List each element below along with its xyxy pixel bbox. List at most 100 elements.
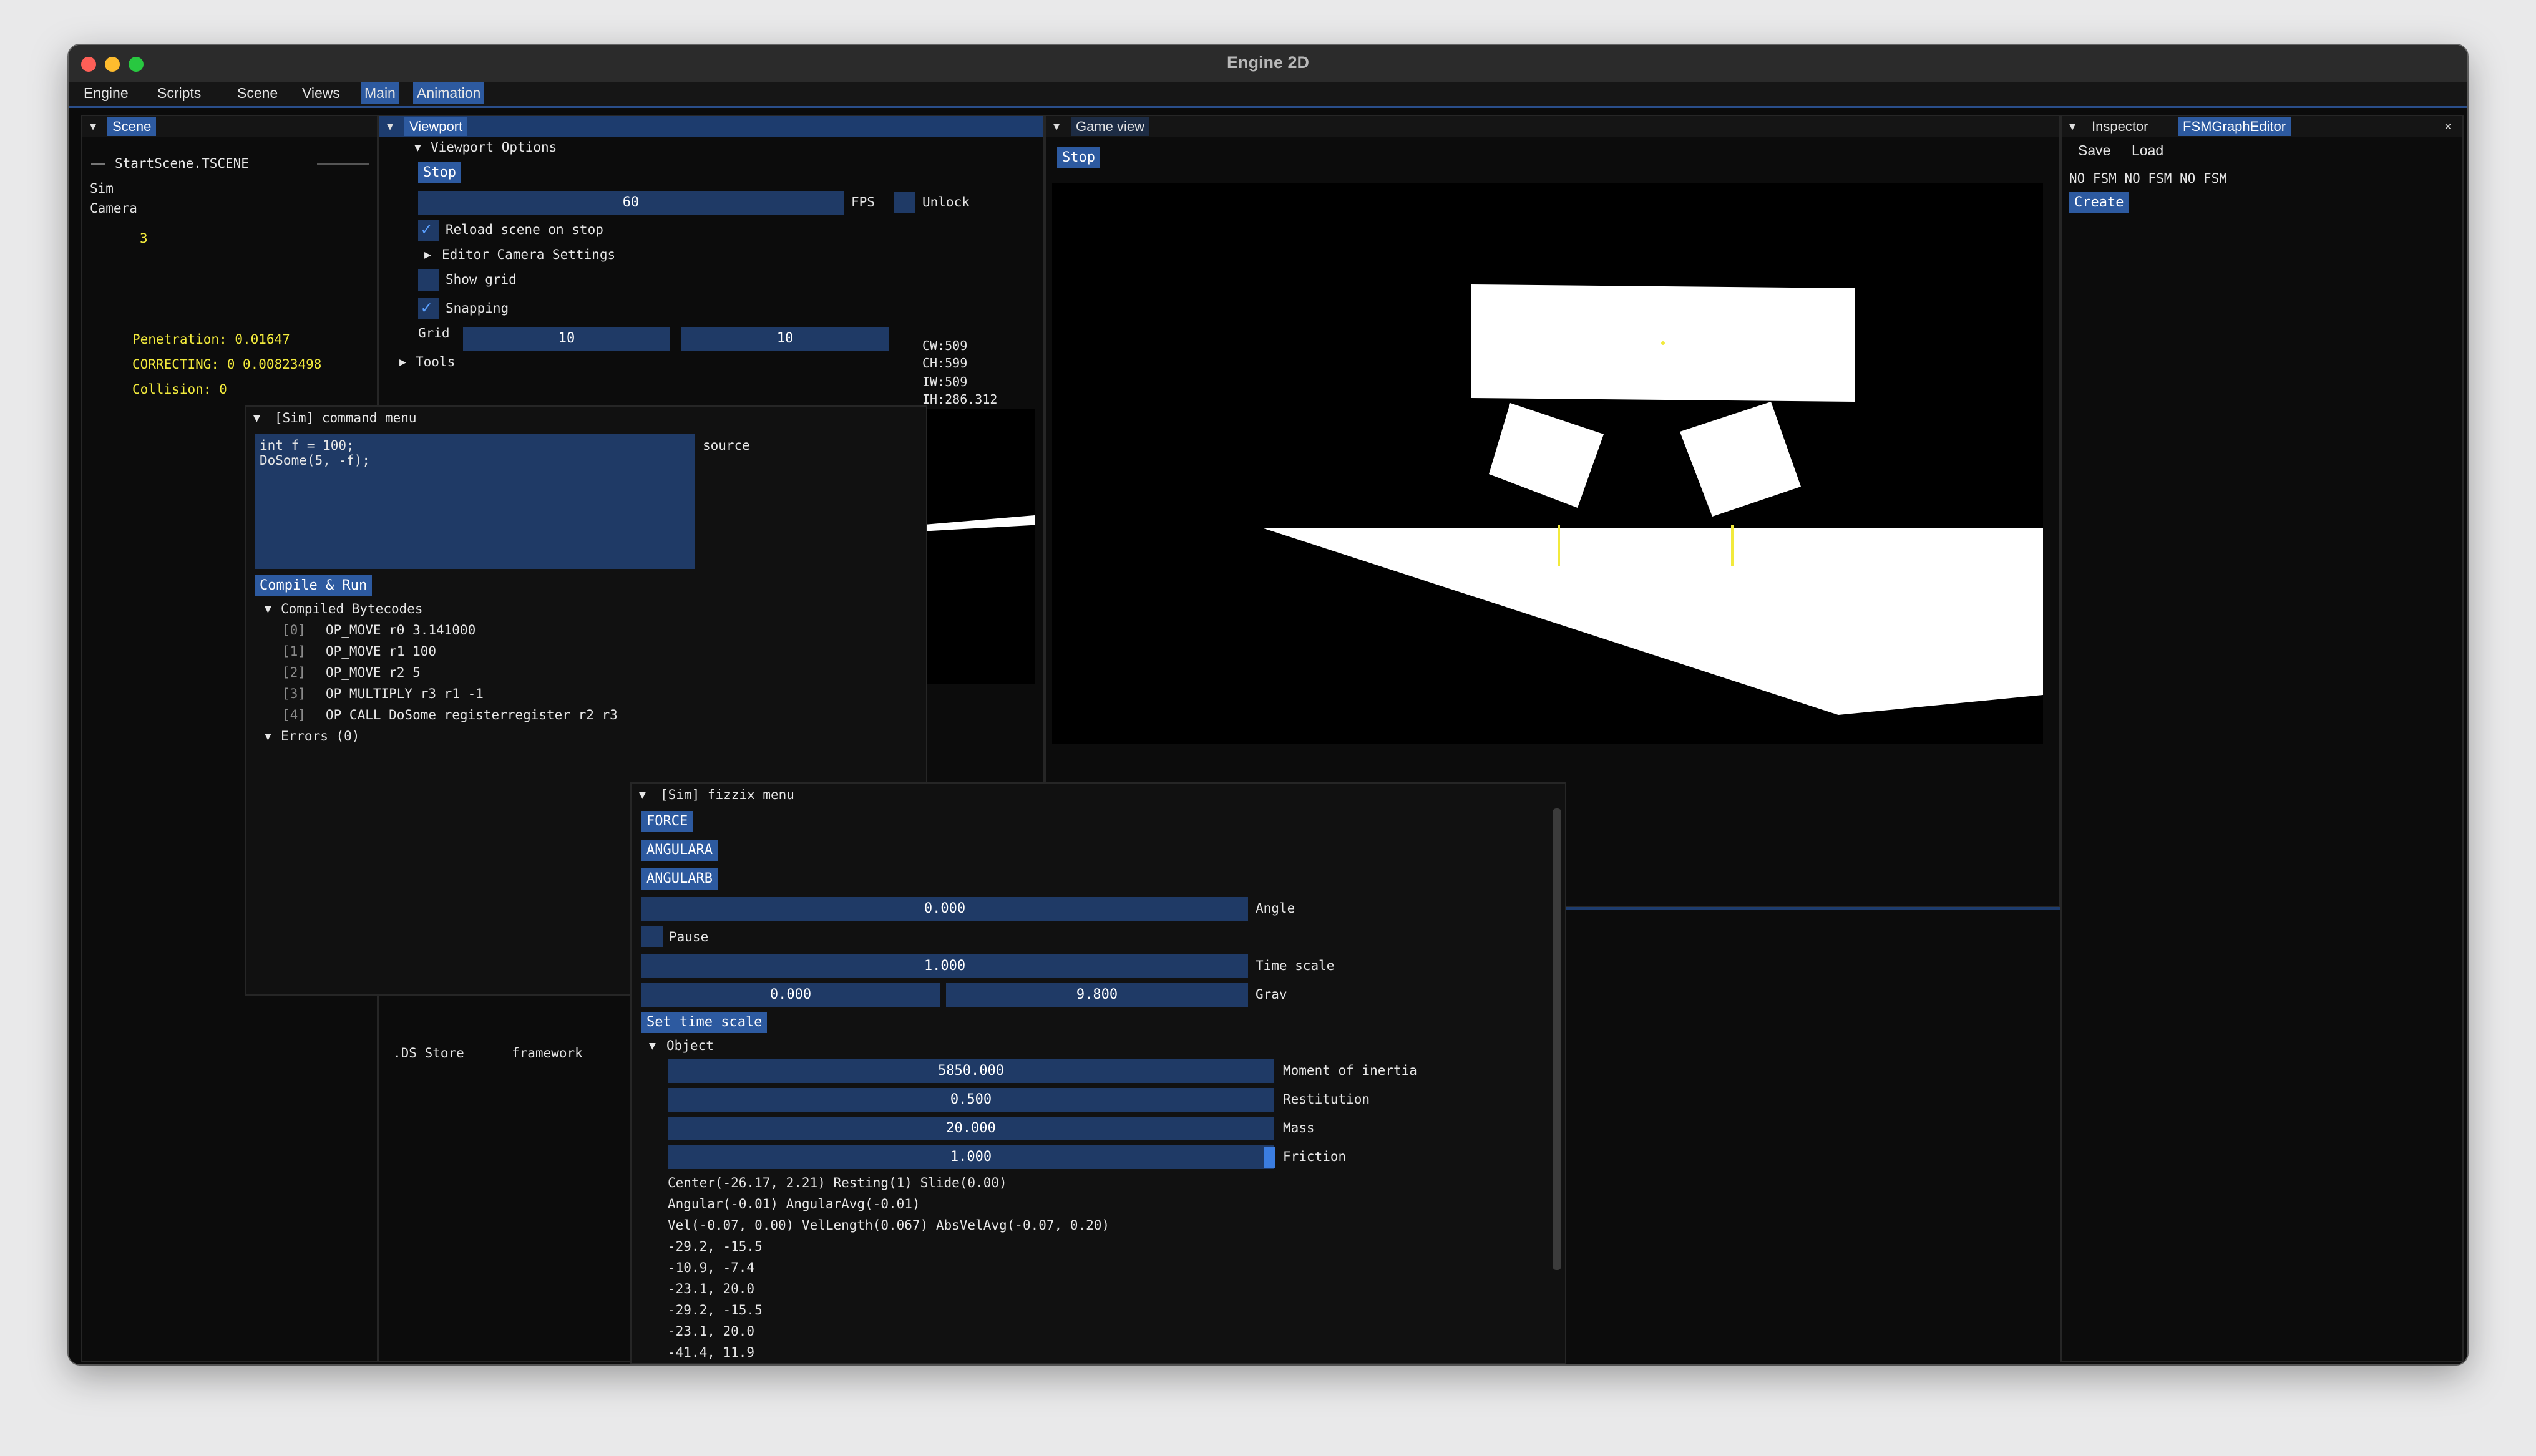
menu-engine[interactable]: Engine — [80, 82, 132, 104]
collapse-icon[interactable]: ▼ — [2065, 120, 2079, 133]
expand-down-icon: ▼ — [265, 603, 271, 616]
angle-slider[interactable]: 0.000 — [641, 897, 1248, 921]
bytecode-op: OP_CALL DoSome registerregister r2 r3 — [326, 707, 618, 722]
set-time-scale-button[interactable]: Set time scale — [641, 1012, 768, 1033]
asset-folder-framework[interactable]: framework — [512, 1046, 583, 1060]
collapse-icon[interactable]: ▼ — [86, 120, 100, 133]
object-info-line: -10.9, -7.4 — [668, 1260, 755, 1275]
close-tab-icon[interactable]: ✕ — [2441, 120, 2455, 133]
compiled-bytecodes-header[interactable]: Compiled Bytecodes — [281, 601, 423, 616]
collapse-icon[interactable]: ▼ — [383, 120, 397, 133]
mass-slider[interactable]: 20.000 — [668, 1117, 1274, 1140]
editor-camera-settings-header[interactable]: Editor Camera Settings — [442, 247, 615, 262]
viewport-tab-row: ▼ Viewport — [379, 116, 1043, 137]
viewport-options-header[interactable]: Viewport Options — [431, 140, 557, 155]
expand-right-icon: ▶ — [424, 248, 431, 261]
moment-of-inertia-slider[interactable]: 5850.000 — [668, 1059, 1274, 1083]
menu-animation[interactable]: Animation — [413, 82, 485, 104]
bytecode-op: OP_MOVE r0 3.141000 — [326, 623, 476, 638]
object-info-line: Angular(-0.01) AngularAvg(-0.01) — [668, 1196, 920, 1211]
snapping-checkbox[interactable] — [418, 297, 439, 319]
unlock-checkbox[interactable] — [894, 192, 915, 213]
snapping-label: Snapping — [446, 301, 509, 316]
center-marker — [1661, 341, 1665, 345]
fsm-status: NO FSM NO FSM NO FSM — [2069, 171, 2227, 186]
errors-header[interactable]: Errors (0) — [281, 729, 359, 744]
collapse-icon[interactable]: ▼ — [253, 412, 260, 425]
grav-y-field[interactable]: 9.800 — [946, 983, 1248, 1007]
compile-run-button[interactable]: Compile & Run — [255, 575, 373, 596]
viewport-info-iw: IW:509 — [922, 374, 968, 389]
menu-main[interactable]: Main — [361, 82, 399, 104]
pause-checkbox[interactable] — [641, 926, 663, 947]
tab-inspector[interactable]: Inspector — [2087, 117, 2153, 136]
time-scale-label: Time scale — [1256, 958, 1335, 973]
fsm-save-button[interactable]: Save — [2078, 142, 2110, 159]
friction-slider[interactable]: 1.000 — [668, 1145, 1274, 1169]
bytecode-index: [1] — [282, 644, 306, 659]
bytecode-index: [2] — [282, 665, 306, 680]
source-code-editor[interactable]: int f = 100; DoSome(5, -f); — [255, 434, 695, 569]
debug-correcting: CORRECTING: 0 0.00823498 — [132, 357, 322, 372]
object-info-line: -41.4, 11.9 — [668, 1345, 755, 1360]
title-bar: Engine 2D — [69, 45, 2467, 84]
inspector-panel: ▼ Inspector FSMGraphEditor ✕ Save Load N… — [2060, 115, 2464, 1362]
angularb-button[interactable]: ANGULARB — [641, 868, 718, 890]
debug-penetration: Penetration: 0.01647 — [132, 332, 290, 347]
friction-label: Friction — [1283, 1149, 1347, 1164]
tools-header[interactable]: Tools — [416, 354, 455, 369]
object-info-line: Center(-26.17, 2.21) Resting(1) Slide(0.… — [668, 1175, 1007, 1190]
grav-x-field[interactable]: 0.000 — [641, 983, 940, 1007]
object-info-line: -29.2, -15.5 — [668, 1239, 763, 1254]
menu-bar: Engine Scripts Scene Views Main Animatio… — [69, 82, 2467, 108]
scene-file[interactable]: StartScene.TSCENE — [115, 156, 249, 171]
object-header[interactable]: Object — [666, 1038, 714, 1053]
fps-label: FPS — [851, 195, 875, 210]
show-grid-label: Show grid — [446, 272, 517, 287]
force-button[interactable]: FORCE — [641, 811, 693, 832]
tab-viewport[interactable]: Viewport — [404, 117, 468, 136]
tree-line — [317, 163, 369, 165]
friction-slider-grab[interactable] — [1264, 1147, 1275, 1168]
expand-down-icon: ▼ — [265, 730, 271, 743]
tab-fsm-graph-editor[interactable]: FSMGraphEditor — [2178, 117, 2291, 136]
window-title: Engine 2D — [1226, 53, 1310, 72]
bytecode-index: [0] — [282, 623, 306, 638]
grav-label: Grav — [1256, 987, 1287, 1002]
viewport-info-cw: CW:509 — [922, 338, 968, 353]
reload-on-stop-checkbox[interactable] — [418, 218, 439, 241]
grid-x-field[interactable]: 10 — [463, 327, 670, 351]
restitution-slider[interactable]: 0.500 — [668, 1088, 1274, 1112]
game-canvas[interactable] — [1052, 183, 2043, 744]
collapse-icon[interactable]: ▼ — [1050, 120, 1063, 133]
viewport-canvas[interactable] — [920, 409, 1035, 684]
show-grid-checkbox[interactable] — [418, 269, 439, 291]
angle-label: Angle — [1256, 901, 1295, 916]
menu-views[interactable]: Views — [298, 82, 344, 104]
angulara-button[interactable]: ANGULARA — [641, 840, 718, 861]
scene-item-sim[interactable]: Sim — [90, 181, 114, 196]
bytecode-index: [3] — [282, 686, 306, 701]
viewport-info-ih: IH:286.312 — [922, 392, 998, 407]
bytecode-index: [4] — [282, 707, 306, 722]
collapse-icon[interactable]: ▼ — [639, 789, 646, 802]
menu-scene[interactable]: Scene — [233, 82, 281, 104]
tree-line — [91, 163, 105, 165]
object-info-line: Vel(-0.07, 0.00) VelLength(0.067) AbsVel… — [668, 1218, 1110, 1233]
fsm-load-button[interactable]: Load — [2132, 142, 2163, 159]
fsm-create-button[interactable]: Create — [2069, 192, 2129, 213]
viewport-stop-button[interactable]: Stop — [418, 162, 461, 183]
grid-y-field[interactable]: 10 — [681, 327, 889, 351]
scene-item-camera[interactable]: Camera — [90, 201, 137, 216]
menu-scripts[interactable]: Scripts — [154, 82, 205, 104]
tab-scene[interactable]: Scene — [107, 117, 157, 136]
fps-slider[interactable]: 60 — [418, 191, 844, 215]
inspector-tab-row: ▼ Inspector FSMGraphEditor ✕ — [2062, 116, 2462, 137]
asset-file-ds-store[interactable]: .DS_Store — [393, 1046, 464, 1060]
tab-game-view[interactable]: Game view — [1071, 117, 1150, 136]
app-window: Engine 2D Engine Scripts Scene Views Mai… — [69, 45, 2467, 1364]
game-stop-button[interactable]: Stop — [1057, 147, 1100, 168]
time-scale-slider[interactable]: 1.000 — [641, 954, 1248, 978]
fizzix-menu-title: [Sim] fizzix menu — [660, 787, 794, 802]
fizzix-scrollbar[interactable] — [1553, 808, 1561, 1270]
